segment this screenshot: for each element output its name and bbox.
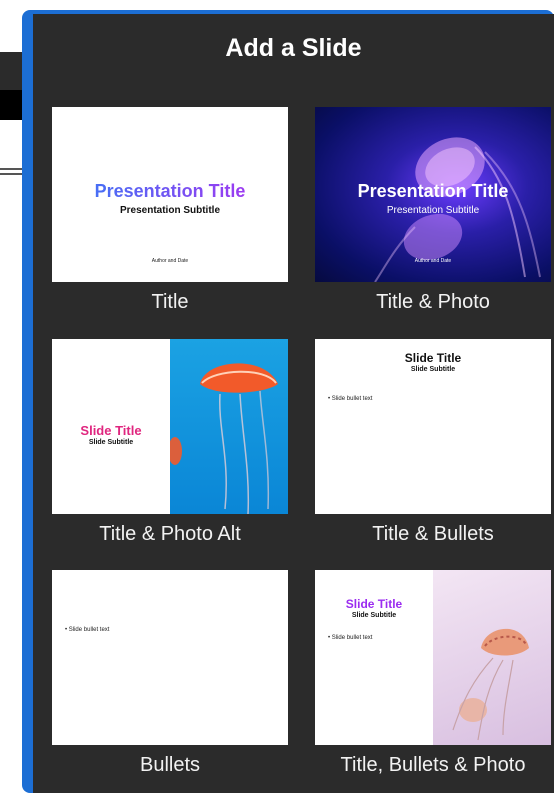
thumb-slide-title: Slide Title	[80, 423, 142, 438]
layout-thumbnail: • Slide bullet text	[52, 570, 288, 745]
layout-label: Title & Photo	[376, 291, 490, 313]
layout-thumbnail: Slide Title Slide Subtitle • Slide bulle…	[315, 570, 551, 745]
layout-label: Title & Bullets	[372, 523, 494, 545]
layout-label: Title, Bullets & Photo	[340, 754, 526, 776]
thumb-author: Author and Date	[414, 258, 452, 264]
peach-jellyfish-image	[452, 628, 529, 741]
thumb-slide-title: Slide Title	[345, 597, 403, 611]
thumb-presentation-title: Presentation Title	[357, 181, 509, 201]
layout-label: Title & Photo Alt	[99, 523, 241, 545]
jellyfish-photo	[433, 570, 551, 745]
layout-thumbnail: Presentation Title Presentation Subtitle…	[315, 107, 551, 282]
thumb-presentation-title: Presentation Title	[52, 181, 288, 202]
thumb-author: Author and Date	[151, 258, 189, 264]
layout-label: Bullets	[139, 754, 201, 776]
layout-thumbnail: Slide Title Slide Subtitle • Slide bulle…	[315, 339, 551, 514]
orange-jellyfish-image	[168, 363, 278, 514]
thumb-presentation-subtitle: Presentation Subtitle	[386, 205, 480, 216]
thumb-bullet-text: • Slide bullet text	[328, 635, 373, 641]
thumb-slide-subtitle: Slide Subtitle	[88, 439, 134, 446]
layout-thumbnail: Slide Title Slide Subtitle	[52, 339, 288, 514]
popover-title: Add a Slide	[225, 34, 362, 62]
layout-label: Title	[151, 291, 189, 313]
layout-thumbnail: Presentation Title Presentation Subtitle…	[52, 107, 288, 282]
thumb-presentation-subtitle: Presentation Subtitle	[119, 205, 220, 216]
thumb-slide-subtitle: Slide Subtitle	[351, 612, 397, 619]
thumb-slide-title: Slide Title	[404, 351, 462, 365]
thumb-bullet-text: • Slide bullet text	[328, 396, 373, 402]
thumb-bullet-text: • Slide bullet text	[65, 627, 110, 633]
thumb-slide-subtitle: Slide Subtitle	[410, 366, 456, 373]
jellyfish-photo	[168, 339, 288, 514]
add-slide-popover: Add a Slide Presentation Title Presentat…	[33, 14, 554, 793]
